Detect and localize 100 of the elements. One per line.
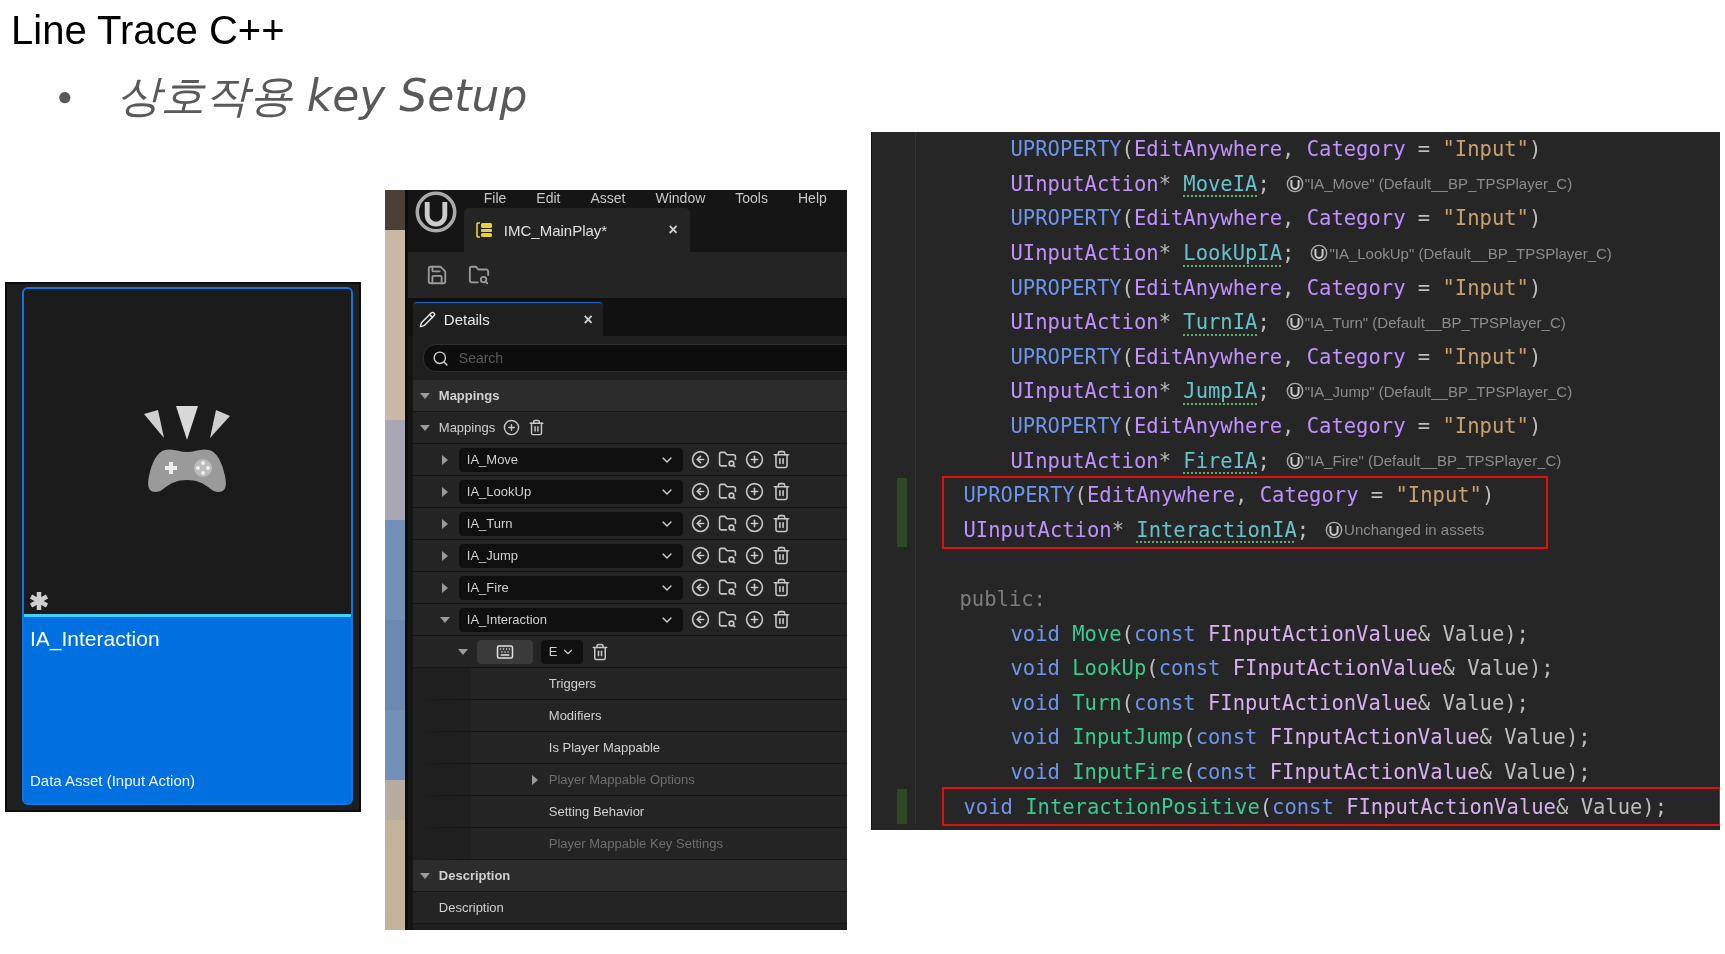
code-line: void InputJump(const FInputActionValue& Value);	[1010, 725, 1591, 750]
menu-item[interactable]: Tools	[735, 191, 768, 205]
browse-icon[interactable]	[717, 482, 737, 501]
section-title: Description	[438, 868, 511, 883]
action-dropdown[interactable]: IA_LookUp	[458, 479, 683, 504]
property-label: Setting Behavior	[548, 804, 645, 819]
add-icon[interactable]	[744, 610, 764, 629]
trash-icon[interactable]	[771, 610, 791, 629]
code-line: UPROPERTY(EditAnywhere, Category = "Input")	[963, 483, 1495, 508]
code-line: UInputAction* JumpIA;	[1010, 379, 1270, 404]
asset-icon	[1285, 313, 1304, 332]
folder-search-icon[interactable]	[467, 264, 490, 286]
use-selected-icon[interactable]	[690, 482, 710, 501]
property-label: Player Mappable Key Settings	[548, 836, 723, 851]
asset-icon	[1285, 451, 1304, 470]
action-dropdown[interactable]: IA_Move	[458, 447, 683, 472]
trash-icon[interactable]	[591, 642, 610, 661]
code-line: void Move(const FInputActionValue& Value);	[1010, 621, 1529, 646]
asset-icon	[1285, 174, 1304, 193]
inline-hint: "IA_Fire" (Default__BP_TPSPlayer_C)	[1304, 452, 1562, 470]
trash-icon[interactable]	[528, 419, 546, 436]
use-selected-icon[interactable]	[690, 450, 710, 469]
inline-hint: Unchanged in assets	[1344, 521, 1485, 539]
asset-card[interactable]: IA_Interaction Data Asset (Input Action)	[22, 287, 353, 805]
key-dropdown[interactable]: E	[540, 639, 584, 664]
action-dropdown[interactable]: IA_Jump	[458, 543, 683, 568]
action-dropdown[interactable]: IA_Interaction	[458, 607, 683, 632]
use-selected-icon[interactable]	[690, 610, 710, 629]
trash-icon[interactable]	[771, 482, 791, 501]
details-tab[interactable]: Details ×	[412, 302, 603, 336]
keyboard-button[interactable]	[476, 639, 533, 664]
use-selected-icon[interactable]	[690, 578, 710, 597]
search-input[interactable]: Search	[456, 349, 847, 367]
search-field[interactable]: Search	[422, 344, 847, 372]
inline-hint: "IA_Jump" (Default__BP_TPSPlayer_C)	[1304, 382, 1573, 400]
menu-item[interactable]: File	[483, 191, 507, 205]
trash-icon[interactable]	[771, 578, 791, 597]
save-icon[interactable]	[425, 264, 448, 286]
code-line: UInputAction* TurnIA;	[1010, 310, 1270, 335]
browse-icon[interactable]	[717, 578, 737, 597]
close-button[interactable]: ×	[583, 310, 593, 329]
add-icon[interactable]	[503, 419, 521, 436]
code-line: UPROPERTY(EditAnywhere, Category = "Input")	[1010, 414, 1542, 439]
menu-item[interactable]: Help	[798, 191, 827, 205]
tab-title: Details	[443, 311, 491, 328]
code-line: UInputAction* LookUpIA;	[1010, 241, 1295, 266]
menu-item[interactable]: Window	[655, 191, 706, 205]
code-line: UInputAction* FireIA;	[1010, 448, 1270, 473]
property-label: Is Player Mappable	[548, 740, 661, 755]
asset-icon	[1325, 520, 1344, 539]
menu-item[interactable]: Asset	[590, 191, 626, 205]
property-label: Modifiers	[548, 708, 602, 723]
slide-title: Line Trace C++	[11, 7, 286, 54]
tab-title: IMC_MainPlay*	[503, 221, 609, 239]
document-tab[interactable]: IMC_MainPlay* ×	[463, 208, 690, 252]
inline-hint: "IA_Move" (Default__BP_TPSPlayer_C)	[1304, 175, 1573, 193]
pencil-icon	[418, 311, 436, 328]
asset-icon	[1285, 382, 1304, 401]
browse-icon[interactable]	[717, 450, 737, 469]
add-icon[interactable]	[744, 450, 764, 469]
section-header[interactable]: Mappings	[412, 380, 847, 412]
use-selected-icon[interactable]	[690, 546, 710, 565]
search-icon	[431, 349, 449, 367]
use-selected-icon[interactable]	[690, 514, 710, 533]
asset-icon	[1310, 244, 1329, 263]
section-header[interactable]: Description	[412, 860, 847, 892]
code-line: void InteractionPositive(const FInputActionValue& Value);	[963, 794, 1668, 819]
code-line: void LookUp(const FInputActionValue& Value);	[1010, 656, 1554, 681]
code-line: UPROPERTY(EditAnywhere, Category = "Input")	[1010, 275, 1542, 300]
code-line: UInputAction* InteractionIA;	[963, 517, 1310, 542]
browse-icon[interactable]	[717, 610, 737, 629]
property-label: Triggers	[548, 676, 596, 691]
trash-icon[interactable]	[771, 450, 791, 469]
code-line: UPROPERTY(EditAnywhere, Category = "Input")	[1010, 344, 1542, 369]
array-label: Mappings	[438, 420, 496, 435]
add-icon[interactable]	[744, 578, 764, 597]
inline-hint: "IA_Turn" (Default__BP_TPSPlayer_C)	[1304, 313, 1566, 331]
trash-icon[interactable]	[771, 514, 791, 533]
trash-icon[interactable]	[771, 546, 791, 565]
code-line: public:	[959, 587, 1046, 611]
action-dropdown[interactable]: IA_Fire	[458, 575, 683, 600]
add-icon[interactable]	[744, 514, 764, 533]
code-line: void Turn(const FInputActionValue& Value);	[1010, 690, 1529, 715]
bullet-text: 상호작용 key Setup	[116, 68, 528, 123]
logo-icon	[413, 190, 458, 234]
code-line: void InputFire(const FInputActionValue& Value);	[1010, 760, 1591, 784]
menu-item[interactable]: Edit	[536, 191, 561, 205]
bullet: ●	[57, 80, 73, 112]
action-dropdown[interactable]: IA_Turn	[458, 511, 683, 536]
close-button[interactable]: ×	[668, 221, 678, 239]
add-icon[interactable]	[744, 482, 764, 501]
mapping-context-icon	[475, 221, 494, 239]
browse-icon[interactable]	[717, 546, 737, 565]
asset-name: IA_Interaction	[30, 627, 161, 651]
code-line: UPROPERTY(EditAnywhere, Category = "Input")	[1010, 137, 1542, 162]
browse-icon[interactable]	[717, 514, 737, 533]
section-title: Mappings	[438, 388, 500, 403]
code-line: UPROPERTY(EditAnywhere, Category = "Input")	[1010, 206, 1542, 231]
add-icon[interactable]	[744, 546, 764, 565]
property-label: Description	[438, 900, 504, 915]
